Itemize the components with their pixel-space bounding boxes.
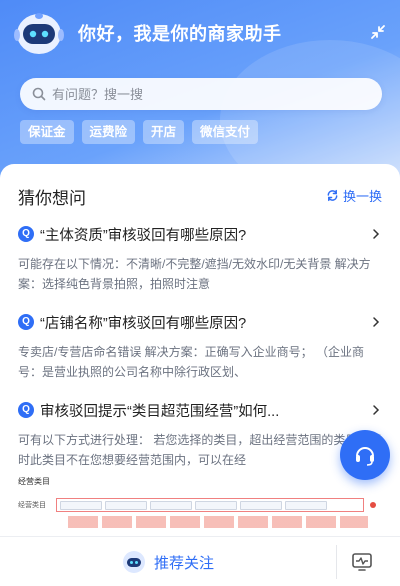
question-q-icon: Q bbox=[18, 226, 34, 242]
question-q-icon: Q bbox=[18, 314, 34, 330]
preview-tag bbox=[60, 500, 102, 510]
preview-tag bbox=[285, 500, 327, 510]
preview-form-row: 经营类目 bbox=[10, 498, 380, 512]
preview-tag bbox=[150, 500, 192, 510]
robot-avatar-icon bbox=[14, 13, 64, 54]
question-answer-preview: 可有以下方式进行处理： 若您选择的类目，超出经营范围的类目，同时此类目不在您想要… bbox=[18, 433, 382, 467]
guess-card: 猜你想问 换一换 Q “主体资质”审核驳回有哪些原因? 可能存在以下情况：不清晰… bbox=[0, 164, 400, 536]
quick-tag-open-store[interactable]: 开店 bbox=[143, 120, 185, 144]
recommend-follow-label: 推荐关注 bbox=[153, 554, 214, 572]
question-item[interactable]: Q “店铺名称”审核驳回有哪些原因? 专卖店/专营店命名错误 解决方案：正确写入… bbox=[18, 312, 382, 382]
bottom-divider bbox=[336, 545, 337, 579]
question-answer-preview: 可能存在以下情况：不清晰/不完整/遮挡/无效水印/无关背景 解决方案：选择纯色背… bbox=[18, 257, 371, 291]
search-icon bbox=[32, 87, 46, 101]
preview-row-label: 经营类目 bbox=[18, 502, 46, 509]
bottom-bar: 推荐关注 bbox=[0, 536, 400, 586]
search-bar[interactable] bbox=[20, 78, 382, 110]
greeting-text: 你好，我是你的商家助手 bbox=[78, 24, 282, 44]
answer-screenshot-preview: 经营类目 经营类目 bbox=[10, 476, 380, 536]
guess-card-header: 猜你想问 换一换 bbox=[18, 184, 382, 208]
question-item[interactable]: Q 审核驳回提示“类目超范围经营”如何... 可有以下方式进行处理： 若您选择的… bbox=[18, 400, 382, 470]
refresh-button[interactable]: 换一换 bbox=[326, 186, 382, 205]
headset-icon bbox=[356, 447, 374, 466]
question-title: “主体资质”审核驳回有哪些原因? bbox=[40, 227, 247, 244]
robot-avatar-icon bbox=[122, 551, 145, 573]
preview-tag bbox=[105, 500, 147, 510]
refresh-label: 换一换 bbox=[342, 189, 382, 204]
chevron-right-icon bbox=[373, 405, 380, 415]
monitor-icon[interactable] bbox=[350, 550, 374, 574]
question-q-icon: Q bbox=[18, 402, 34, 418]
refresh-icon bbox=[327, 189, 338, 202]
preview-category-select bbox=[56, 498, 364, 512]
recommend-follow-button[interactable]: 推荐关注 bbox=[0, 537, 336, 586]
collapse-arrows-icon[interactable] bbox=[368, 22, 388, 42]
preview-error-dot bbox=[370, 502, 376, 508]
question-answer-preview: 专卖店/专营店命名错误 解决方案：正确写入企业商号； （企业商号：是营业执照的公… bbox=[18, 345, 365, 379]
question-title: “店铺名称”审核驳回有哪些原因? bbox=[40, 315, 247, 332]
quick-tag-wechat-pay[interactable]: 微信支付 bbox=[192, 120, 259, 144]
preview-tag bbox=[195, 500, 237, 510]
search-input[interactable] bbox=[52, 86, 352, 102]
quick-tag-row: 保证金 运费险 开店 微信支付 bbox=[20, 120, 259, 144]
quick-tag-shipping-insurance[interactable]: 运费险 bbox=[81, 120, 136, 144]
customer-service-button[interactable] bbox=[340, 430, 390, 480]
chevron-right-icon bbox=[373, 317, 380, 327]
chevron-right-icon bbox=[373, 229, 380, 239]
preview-warning-text bbox=[68, 516, 368, 528]
preview-tag bbox=[240, 500, 282, 510]
preview-title: 经营类目 bbox=[18, 477, 50, 486]
question-title: 审核驳回提示“类目超范围经营”如何... bbox=[40, 403, 280, 420]
question-item[interactable]: Q “主体资质”审核驳回有哪些原因? 可能存在以下情况：不清晰/不完整/遮挡/无… bbox=[18, 224, 382, 294]
quick-tag-deposit[interactable]: 保证金 bbox=[20, 120, 74, 144]
